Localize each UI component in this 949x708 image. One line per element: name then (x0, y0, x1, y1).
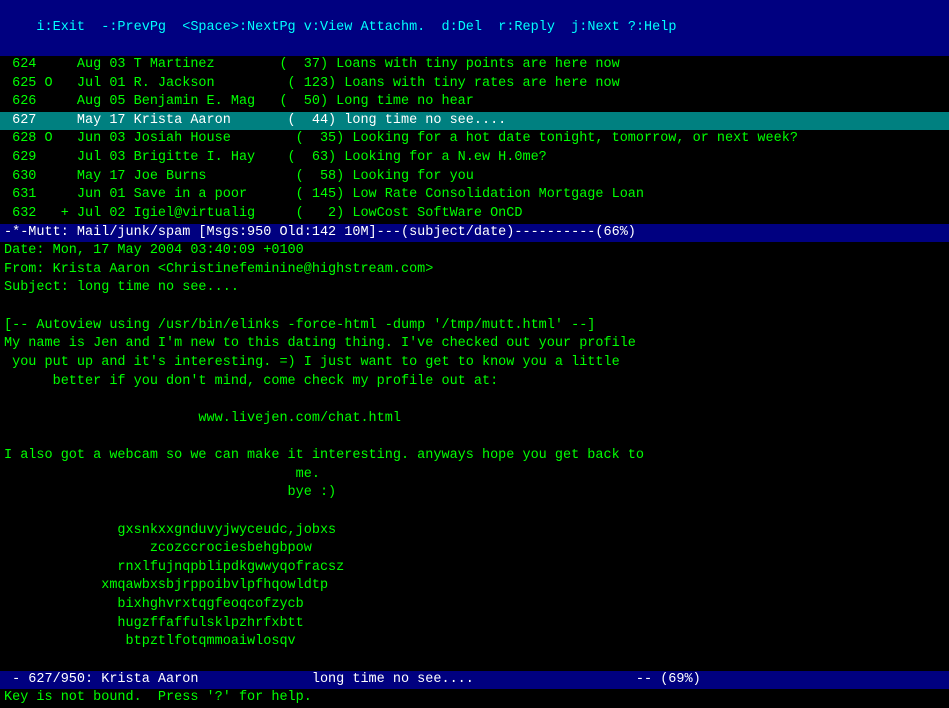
menu-separator2 (166, 20, 182, 35)
email-list: 624 Aug 03 T Martinez ( 37) Loans with t… (0, 56, 949, 224)
menu-separator3 (296, 20, 304, 35)
email-row-625[interactable]: 625 O Jul 01 R. Jackson ( 123) Loans wit… (0, 75, 949, 94)
email-subject-header: Subject: long time no see.... (0, 279, 949, 298)
mailbox-status-bar: -*-Mutt: Mail/junk/spam [Msgs:950 Old:14… (0, 224, 949, 243)
top-menu-bar: i:Exit -:PrevPg <Space>:NextPg v:View At… (0, 0, 949, 56)
email-row-627[interactable]: 627 May 17 Krista Aaron ( 44) long time … (0, 112, 949, 131)
menu-separator4 (425, 20, 441, 35)
menu-reply[interactable]: r:Reply (498, 20, 555, 35)
email-row-630[interactable]: 630 May 17 Joe Burns ( 58) Looking for y… (0, 168, 949, 187)
menu-del[interactable]: d:Del (442, 20, 483, 35)
menu-view[interactable]: v:View Attachm. (304, 20, 426, 35)
menu-separator6 (555, 20, 571, 35)
autoview-command-line: [-- Autoview using /usr/bin/elinks -forc… (0, 317, 949, 336)
menu-help[interactable]: ?:Help (628, 20, 677, 35)
terminal: i:Exit -:PrevPg <Space>:NextPg v:View At… (0, 0, 949, 706)
menu-next[interactable]: j:Next (571, 20, 620, 35)
menu-separator1 (85, 20, 101, 35)
email-body: My name is Jen and I'm new to this datin… (0, 335, 949, 670)
email-row-631[interactable]: 631 Jun 01 Save in a poor ( 145) Low Rat… (0, 186, 949, 205)
email-from-header: From: Krista Aaron <Christinefeminine@hi… (0, 261, 949, 280)
menu-exit[interactable]: i:Exit (36, 20, 85, 35)
menu-separator7 (620, 20, 628, 35)
menu-nextpg[interactable]: <Space>:NextPg (182, 20, 295, 35)
email-row-626[interactable]: 626 Aug 05 Benjamin E. Mag ( 50) Long ti… (0, 93, 949, 112)
email-header-spacer (0, 298, 949, 317)
email-row-624[interactable]: 624 Aug 03 T Martinez ( 37) Loans with t… (0, 56, 949, 75)
email-row-628[interactable]: 628 O Jun 03 Josiah House ( 35) Looking … (0, 130, 949, 149)
menu-separator5 (482, 20, 498, 35)
email-date-header: Date: Mon, 17 May 2004 03:40:09 +0100 (0, 242, 949, 261)
menu-prevpg[interactable]: -:PrevPg (101, 20, 166, 35)
bottom-help-line: Key is not bound. Press '?' for help. (0, 689, 949, 708)
email-row-629[interactable]: 629 Jul 03 Brigitte I. Hay ( 63) Looking… (0, 149, 949, 168)
bottom-status-bar: - 627/950: Krista Aaron long time no see… (0, 671, 949, 690)
email-row-632[interactable]: 632 + Jul 02 Igiel@virtualig ( 2) LowCos… (0, 205, 949, 224)
